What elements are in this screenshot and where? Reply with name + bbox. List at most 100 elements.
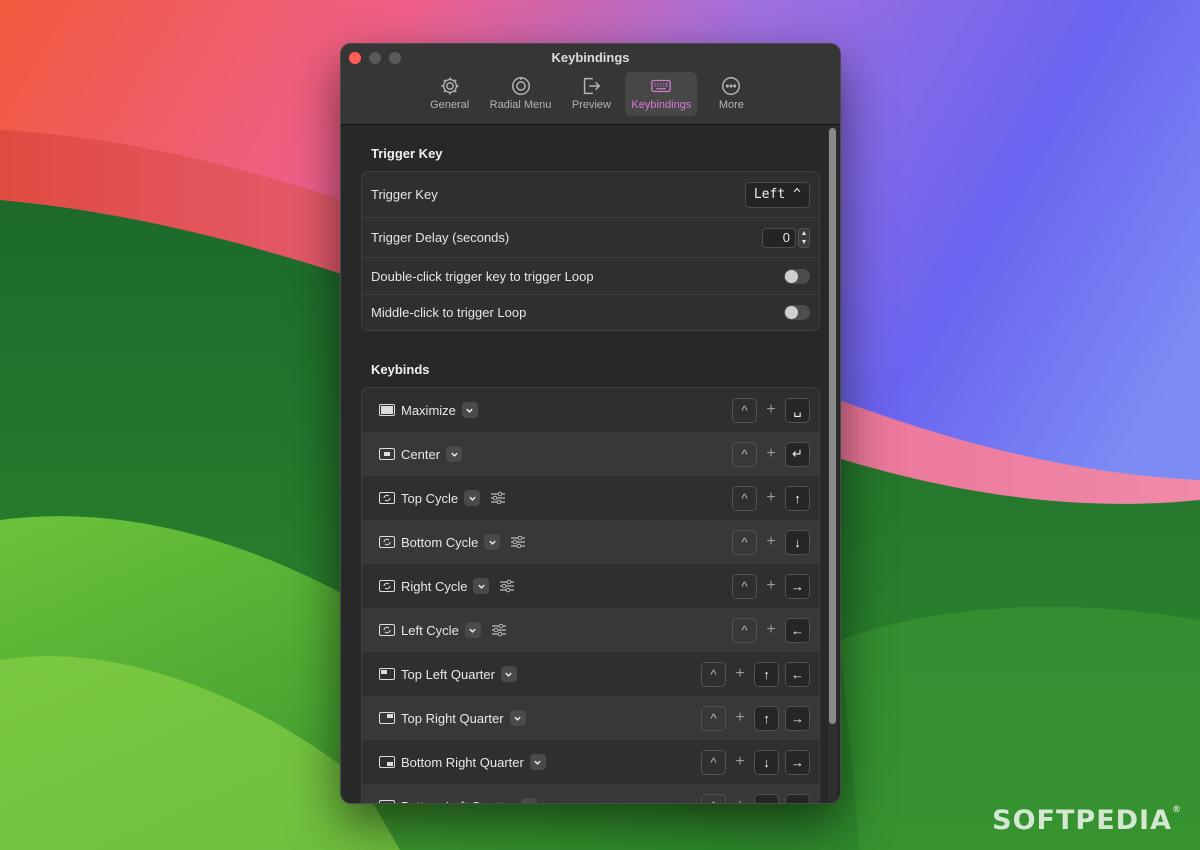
chevron-down-icon: [489, 540, 496, 545]
keybind-row-center: Center ^ + ↵: [362, 432, 819, 476]
control-key: ^: [701, 793, 726, 803]
window-title: Keybindings: [551, 50, 630, 65]
middle-click-toggle[interactable]: [784, 305, 810, 320]
control-key: ^: [701, 661, 726, 687]
chevron-down-icon: [450, 452, 458, 457]
plus-sign: +: [735, 709, 745, 726]
keybind-row-right-cycle: Right Cycle ^ + →: [362, 564, 819, 608]
shortcut-keys[interactable]: ^ + ←: [732, 617, 810, 643]
trigger-delay-field[interactable]: 0: [762, 227, 796, 248]
trigger-delay-row: Trigger Delay (seconds) 0 ▲ ▼: [362, 218, 819, 258]
trigger-key-group: Trigger Key Left ^ Trigger Delay (second…: [361, 171, 820, 331]
chevron-down-icon: [469, 628, 477, 633]
sliders-icon[interactable]: [491, 623, 507, 637]
tab-preview[interactable]: Preview: [561, 72, 621, 116]
gear-icon: [440, 77, 459, 95]
keybind-row-top-right-quarter: Top Right Quarter ^ + ↑ →: [362, 696, 819, 740]
keybind-action-menu[interactable]: [509, 710, 526, 726]
keybind-action-menu[interactable]: [529, 754, 546, 770]
keybind-name: Maximize: [401, 402, 456, 418]
keybind-name: Center: [401, 446, 441, 462]
sliders-icon[interactable]: [510, 535, 526, 549]
shortcut-key: ←: [785, 617, 810, 643]
tab-label: Preview: [571, 99, 611, 111]
tab-label: Keybindings: [631, 99, 692, 111]
shortcut-keys[interactable]: ^ + ↑ ←: [701, 661, 810, 687]
double-click-toggle[interactable]: [784, 268, 810, 284]
chevron-down-icon: [534, 760, 542, 765]
trigger-key-popup[interactable]: Left ^: [744, 181, 810, 208]
softpedia-watermark: SOFTPEDIA®: [992, 805, 1182, 836]
radial-icon: [511, 77, 530, 95]
shortcut-key: ←: [785, 793, 810, 803]
window-layout-icon: [379, 756, 395, 768]
keybind-action-menu[interactable]: [521, 798, 538, 804]
control-key: ^: [732, 529, 757, 555]
trigger-delay-stepper: 0 ▲ ▼: [762, 227, 810, 248]
control-key: ^: [732, 617, 757, 643]
keybind-action-menu[interactable]: [500, 666, 517, 682]
shortcut-keys[interactable]: ^ + ↑: [732, 485, 810, 511]
keybind-action-menu[interactable]: [446, 446, 463, 462]
scrollbar[interactable]: [828, 126, 837, 802]
sliders-icon[interactable]: [499, 579, 515, 593]
tab-radial-menu[interactable]: Radial Menu: [484, 72, 558, 116]
keybind-name: Bottom Left Quarter: [401, 799, 515, 804]
sliders-icon[interactable]: [490, 491, 506, 505]
shortcut-key: →: [785, 705, 810, 731]
keybind-action-menu[interactable]: [461, 402, 478, 418]
tab-keybindings[interactable]: Keybindings: [625, 72, 698, 116]
shortcut-keys[interactable]: ^ + ↓ ←: [701, 793, 810, 803]
shortcut-keys[interactable]: ^ + ↵: [732, 441, 810, 467]
keybind-row-top-left-quarter: Top Left Quarter ^ + ↑ ←: [362, 652, 819, 696]
chevron-down-icon: [525, 802, 534, 804]
keybind-name: Bottom Right Quarter: [401, 754, 524, 770]
middle-click-label: Middle-click to trigger Loop: [371, 305, 527, 320]
window-layout-icon: [379, 800, 395, 803]
window-layout-icon: [379, 448, 395, 460]
chevron-down-icon: [466, 408, 474, 413]
ellipsis-icon: [722, 77, 741, 95]
keybind-action-menu[interactable]: [464, 490, 481, 506]
window-cycle-icon: [379, 580, 395, 592]
window-layout-icon: [379, 712, 395, 724]
shortcut-keys[interactable]: ^ + →: [732, 573, 810, 599]
shortcut-keys[interactable]: ^ + ↑ →: [701, 705, 810, 731]
keybind-action-menu[interactable]: [484, 534, 501, 550]
plus-sign: +: [766, 401, 776, 418]
keybinds-list: Maximize ^ + ␣ Center ^ + ↵ Top Cycle ^ + ↑ Bottom C…: [361, 387, 820, 803]
plus-sign: +: [735, 665, 745, 682]
shortcut-key: ↵: [785, 441, 810, 467]
keybind-row-bottom-cycle: Bottom Cycle ^ + ↓: [362, 520, 819, 564]
chevron-down-icon: [478, 584, 485, 589]
tab-label: General: [430, 99, 470, 111]
window-cycle-icon: [379, 492, 395, 504]
control-key: ^: [732, 573, 757, 599]
keybind-action-menu[interactable]: [473, 578, 490, 594]
tab-more[interactable]: More: [701, 72, 761, 116]
control-key: ^: [732, 397, 757, 423]
shortcut-keys[interactable]: ^ + ␣: [732, 397, 810, 423]
scrollbar-thumb[interactable]: [829, 128, 836, 724]
plus-sign: +: [735, 753, 745, 770]
shortcut-key: ↑: [754, 705, 779, 731]
double-click-row: Double-click trigger key to trigger Loop: [362, 258, 819, 295]
control-key: ^: [701, 705, 726, 731]
double-click-label: Double-click trigger key to trigger Loop: [371, 268, 594, 284]
shortcut-key: ←: [785, 661, 810, 687]
window-cycle-icon: [379, 624, 395, 636]
plus-sign: +: [766, 533, 776, 550]
keybind-name: Top Cycle: [401, 490, 459, 506]
tab-label: More: [718, 99, 744, 111]
keybind-name: Left Cycle: [401, 622, 459, 638]
keybind-row-bottom-left-quarter: Bottom Left Quarter ^ + ↓ ←: [362, 784, 819, 803]
keybind-row-maximize: Maximize ^ + ␣: [362, 388, 819, 432]
shortcut-keys[interactable]: ^ + ↓ →: [701, 749, 810, 775]
keybind-action-menu[interactable]: [464, 622, 481, 638]
stepper-arrows-icon[interactable]: ▲ ▼: [798, 227, 810, 248]
keybind-name: Right Cycle: [401, 578, 468, 594]
window-layout-icon: [379, 668, 395, 680]
plus-sign: +: [766, 489, 776, 506]
shortcut-keys[interactable]: ^ + ↓: [732, 529, 810, 555]
tab-general[interactable]: General: [420, 72, 480, 116]
